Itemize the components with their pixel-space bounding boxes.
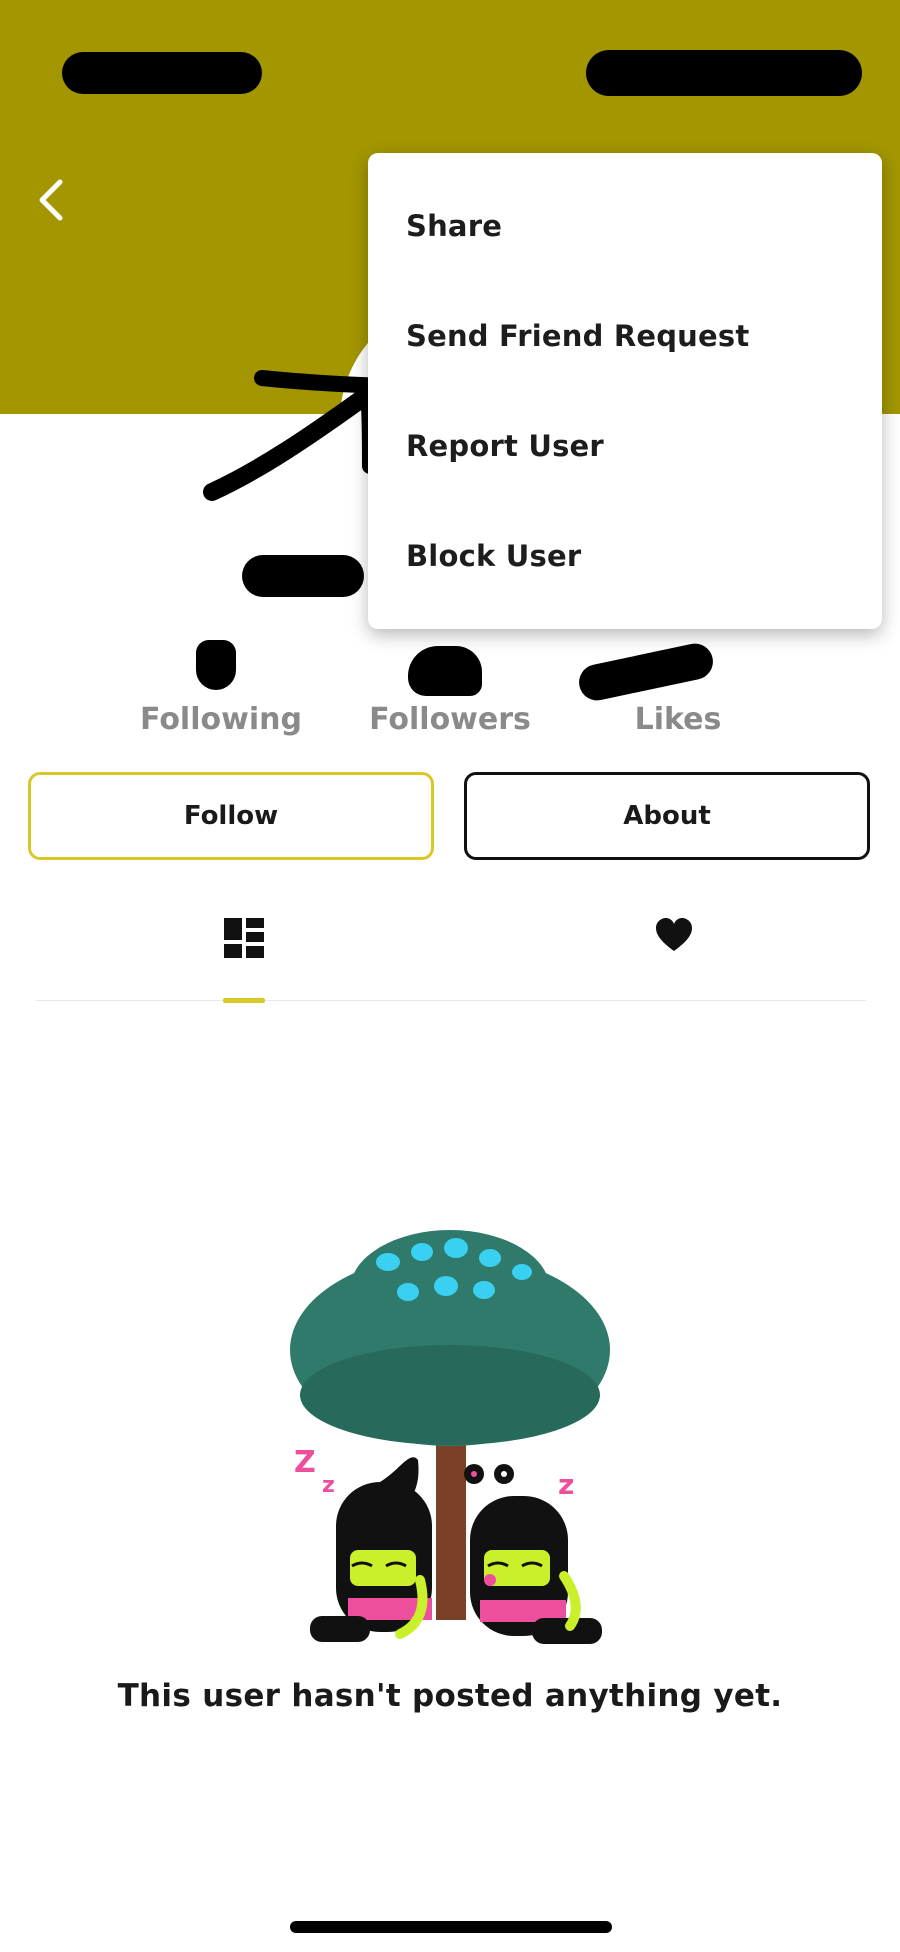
menu-item-report-user[interactable]: Report User bbox=[406, 429, 604, 463]
profile-overflow-menu: Share Send Friend Request Report User Bl… bbox=[368, 153, 882, 629]
profile-tabs bbox=[36, 880, 866, 1003]
redacted-display-name bbox=[242, 555, 364, 597]
svg-text:z: z bbox=[322, 1473, 335, 1498]
about-button[interactable]: About bbox=[464, 772, 870, 860]
menu-item-block-user[interactable]: Block User bbox=[406, 539, 581, 573]
tab-posts[interactable] bbox=[186, 916, 302, 986]
menu-item-share[interactable]: Share bbox=[406, 209, 502, 243]
sleeping-characters-illustration: Z z z bbox=[290, 1230, 610, 1644]
redacted-header-right bbox=[586, 50, 862, 96]
back-button[interactable] bbox=[28, 170, 78, 230]
heart-icon bbox=[656, 918, 692, 951]
redacted-header-left bbox=[62, 52, 262, 94]
followers-count-redacted bbox=[408, 646, 482, 696]
home-indicator bbox=[290, 1921, 612, 1933]
following-label[interactable]: Following bbox=[138, 702, 304, 737]
following-count-redacted bbox=[196, 640, 236, 690]
svg-text:Z: Z bbox=[294, 1445, 316, 1480]
active-tab-indicator bbox=[223, 998, 265, 1003]
likes-count-redacted bbox=[575, 640, 717, 704]
chevron-left-icon bbox=[39, 179, 63, 221]
likes-label[interactable]: Likes bbox=[614, 702, 742, 737]
menu-item-send-friend-request[interactable]: Send Friend Request bbox=[406, 319, 749, 353]
follow-button[interactable]: Follow bbox=[28, 772, 434, 860]
empty-state-message: This user hasn't posted anything yet. bbox=[117, 1678, 783, 1714]
grid-icon bbox=[224, 918, 264, 958]
tab-likes[interactable] bbox=[616, 916, 732, 986]
svg-text:z: z bbox=[558, 1468, 574, 1501]
followers-label[interactable]: Followers bbox=[366, 702, 534, 737]
